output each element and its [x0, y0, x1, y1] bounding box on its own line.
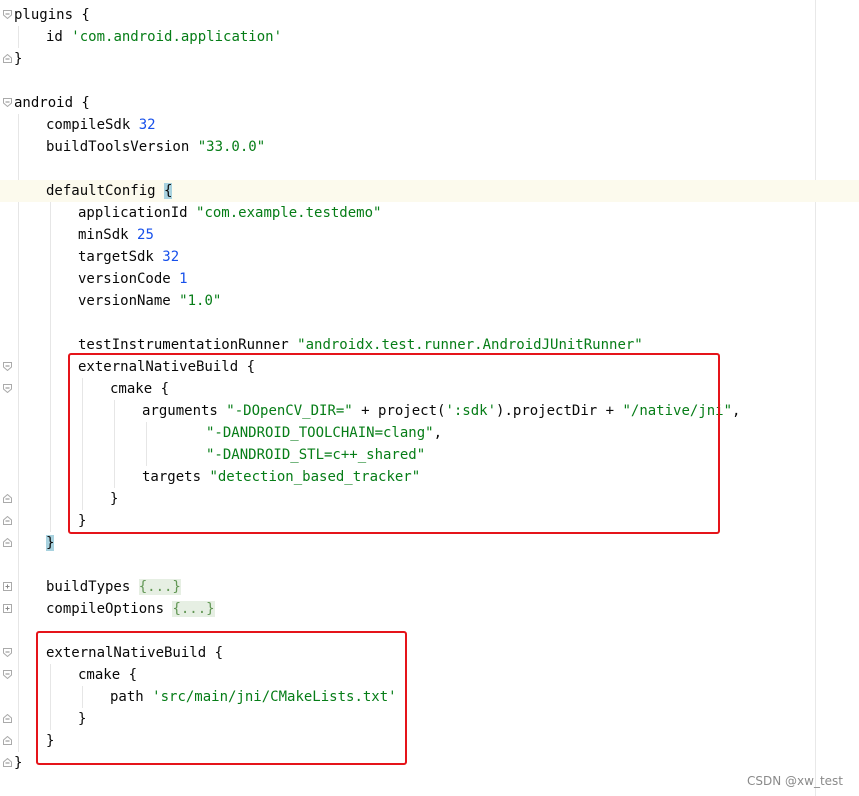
code-token: buildTypes [46, 579, 139, 595]
code-text: targetSdk 32 [78, 246, 179, 268]
code-line[interactable] [0, 70, 859, 92]
code-line[interactable] [0, 158, 859, 180]
string-literal: "1.0" [179, 293, 222, 309]
code-text: minSdk 25 [78, 224, 154, 246]
folded-region[interactable]: {...} [172, 601, 215, 617]
code-text: versionCode 1 [78, 268, 188, 290]
code-text: defaultConfig { [46, 180, 173, 202]
code-line[interactable]: minSdk 25 [0, 224, 859, 246]
code-text: } [46, 532, 55, 554]
number-literal: 25 [137, 227, 154, 243]
watermark: CSDN @xw_test [747, 774, 843, 788]
code-text: compileSdk 32 [46, 114, 156, 136]
code-line[interactable]: versionName "1.0" [0, 290, 859, 312]
code-token: versionName [78, 293, 180, 309]
string-literal: "33.0.0" [197, 139, 266, 155]
code-token: compileSdk [46, 117, 139, 133]
code-line[interactable] [0, 312, 859, 334]
code-token: targetSdk [78, 249, 163, 265]
code-editor[interactable]: plugins { id 'com.android.application'} an… [0, 0, 859, 796]
code-token: android { [14, 95, 90, 111]
code-token: { [164, 183, 173, 199]
code-text: compileOptions {...} [46, 598, 215, 620]
code-text: plugins { [14, 4, 90, 26]
code-token: plugins { [14, 7, 90, 23]
code-token: testInstrumentationRunner [78, 337, 298, 353]
number-literal: 32 [162, 249, 180, 265]
code-line[interactable]: buildTypes {...} [0, 576, 859, 598]
code-line[interactable]: } [0, 48, 859, 70]
code-text: versionName "1.0" [78, 290, 221, 312]
code-text: } [14, 752, 22, 774]
code-token: minSdk [78, 227, 138, 243]
code-line[interactable]: compileOptions {...} [0, 598, 859, 620]
code-text: id 'com.android.application' [46, 26, 282, 48]
code-token: id [46, 29, 72, 45]
code-line[interactable]: } [0, 532, 859, 554]
code-text: buildToolsVersion "33.0.0" [46, 136, 265, 158]
code-line[interactable]: plugins { [0, 4, 859, 26]
code-token: } [14, 755, 23, 771]
code-line[interactable]: defaultConfig { [0, 180, 859, 202]
number-literal: 32 [138, 117, 156, 133]
number-literal: 1 [179, 271, 188, 287]
string-literal: "com.example.testdemo" [196, 205, 382, 221]
code-line[interactable]: android { [0, 92, 859, 114]
code-line[interactable]: applicationId "com.example.testdemo" [0, 202, 859, 224]
string-literal: "androidx.test.runner.AndroidJUnitRunner… [297, 337, 643, 353]
folded-region[interactable]: {...} [138, 579, 181, 595]
code-line[interactable]: targetSdk 32 [0, 246, 859, 268]
code-token: buildToolsVersion [46, 139, 198, 155]
code-token: } [14, 51, 23, 67]
code-text: applicationId "com.example.testdemo" [78, 202, 381, 224]
code-token: , [732, 403, 741, 419]
code-text: } [14, 48, 22, 70]
code-text: buildTypes {...} [46, 576, 181, 598]
code-line[interactable] [0, 554, 859, 576]
code-token: compileOptions [46, 601, 173, 617]
code-token: versionCode [78, 271, 180, 287]
code-token: } [46, 535, 55, 551]
code-line[interactable]: buildToolsVersion "33.0.0" [0, 136, 859, 158]
code-token: applicationId [78, 205, 197, 221]
code-text: android { [14, 92, 90, 114]
highlight-box-android-native-build [36, 631, 407, 765]
string-literal: 'com.android.application' [71, 29, 283, 45]
code-line[interactable]: compileSdk 32 [0, 114, 859, 136]
code-line[interactable]: id 'com.android.application' [0, 26, 859, 48]
code-token: defaultConfig [46, 183, 165, 199]
code-line[interactable]: versionCode 1 [0, 268, 859, 290]
highlight-box-defaultconfig-native-build [68, 353, 720, 534]
